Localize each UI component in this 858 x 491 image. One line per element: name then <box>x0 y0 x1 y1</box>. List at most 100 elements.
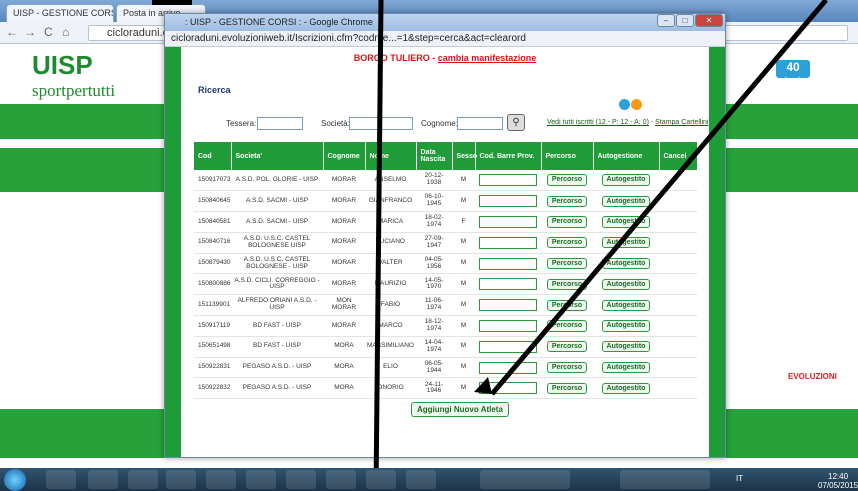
logo-tagline: sportpertutti <box>32 81 116 100</box>
table-row: 150840645 A.S.D. SACMI - UISP MORAR GIANFRA… <box>194 190 697 213</box>
explorer-taskbar-icon[interactable] <box>46 470 76 489</box>
chrome-taskbar-icon[interactable] <box>286 470 316 489</box>
cell-cancel <box>659 232 697 254</box>
barcode-input[interactable] <box>479 299 537 312</box>
forward-icon[interactable]: → <box>24 25 36 39</box>
barcode-input[interactable] <box>479 361 537 374</box>
back-icon[interactable]: ← <box>6 25 18 39</box>
orange-dot-icon <box>631 99 642 110</box>
see-all-link[interactable]: Vedi tutti iscritti (12 - P: 12 - A: 0) <box>547 119 649 126</box>
cognome-input[interactable] <box>457 117 503 130</box>
percorso-button[interactable]: Percorso <box>546 216 588 228</box>
autogestito-button[interactable]: Autogestito <box>601 216 651 228</box>
cell-sesso: M <box>452 170 475 192</box>
barcode-input[interactable] <box>479 215 537 228</box>
app-taskbar-icon[interactable] <box>326 470 356 489</box>
barcode-input[interactable] <box>479 382 537 395</box>
percorso-button[interactable]: Percorso <box>546 382 588 395</box>
maximize-button[interactable]: □ <box>676 14 694 27</box>
cell-barcode <box>475 170 541 192</box>
cell-autogestione: Autogestito <box>593 357 659 379</box>
percorso-button[interactable]: Percorso <box>546 278 588 291</box>
table-header: Cod Societa' Cognome Nome Data Nascita Sesso C… <box>194 142 698 170</box>
societa-input[interactable] <box>349 117 413 130</box>
autogestito-button[interactable]: Autogestito <box>601 278 651 291</box>
autogestito-button[interactable]: Autogestito <box>601 299 651 311</box>
percorso-button[interactable]: Percorso <box>546 361 588 374</box>
cell-nome: ONORIO <box>365 377 416 400</box>
column-header: Autogestione <box>593 142 660 170</box>
outer-tab-uisp[interactable]: UISP - GESTIONE CORSI <box>6 4 114 22</box>
cell-percorso: Percorso <box>541 211 593 233</box>
barcode-input[interactable] <box>479 257 537 270</box>
cell-cod: 150922832 <box>194 377 231 400</box>
cell-cod: 150879430 <box>194 253 231 275</box>
search-button[interactable]: ⚲ <box>507 114 525 131</box>
change-event-link[interactable]: cambia manifestazione <box>438 53 537 63</box>
cell-percorso: Percorso <box>541 253 593 275</box>
section-title: Ricerca <box>198 85 231 95</box>
cell-data: 06-05-1944 <box>416 357 452 379</box>
percorso-button[interactable]: Percorso <box>546 341 588 353</box>
reload-icon[interactable]: C <box>44 25 53 39</box>
running-window-button[interactable] <box>620 470 710 489</box>
word-taskbar-icon[interactable] <box>166 470 196 489</box>
percorso-button[interactable]: Percorso <box>546 320 588 332</box>
language-indicator[interactable]: IT <box>736 474 743 483</box>
minimize-button[interactable]: – <box>657 14 675 27</box>
tessera-input[interactable] <box>257 117 303 130</box>
autogestito-button[interactable]: Autogestito <box>601 341 651 353</box>
autogestito-button[interactable]: Autogestito <box>601 257 651 270</box>
app-taskbar-icon[interactable] <box>366 470 396 489</box>
home-icon[interactable]: ⌂ <box>62 25 69 39</box>
start-button[interactable] <box>4 469 26 491</box>
cell-sesso: F <box>452 211 475 233</box>
autogestito-button[interactable]: Autogestito <box>601 361 651 374</box>
add-athlete-button[interactable]: Aggiungi Nuovo Atleta <box>411 402 509 417</box>
running-window-button[interactable] <box>480 470 570 489</box>
print-cards-link[interactable]: Stampa Cartellini <box>655 119 708 126</box>
barcode-input[interactable] <box>479 236 537 249</box>
barcode-input[interactable] <box>479 278 537 291</box>
cell-nome: GIANFRANCO <box>365 190 416 213</box>
autogestito-button[interactable]: Autogestito <box>601 195 651 207</box>
autogestito-button[interactable]: Autogestito <box>601 237 651 249</box>
evo-text: EVOLUZIONI <box>788 372 837 381</box>
taskbar-clock[interactable]: 12:40 07/05/2015 <box>818 472 858 490</box>
cell-data: 06-10-1945 <box>416 190 452 213</box>
barcode-input[interactable] <box>479 319 537 332</box>
ie-taskbar-icon[interactable] <box>206 470 236 489</box>
percorso-button[interactable]: Percorso <box>546 195 588 207</box>
cell-data: 11-06-1974 <box>416 294 452 317</box>
cognome-label: Cognome: <box>421 119 458 128</box>
popup-url-bar[interactable]: cicloraduni.evoluzioniweb.it/Iscrizioni.… <box>165 31 725 47</box>
excel-taskbar-icon[interactable] <box>246 470 276 489</box>
app-taskbar-icon[interactable] <box>406 470 436 489</box>
percorso-button[interactable]: Percorso <box>546 237 588 249</box>
barcode-input[interactable] <box>479 174 537 187</box>
window-controls: – □ ✕ <box>656 14 723 29</box>
cell-autogestione: Autogestito <box>593 170 659 192</box>
percorso-button[interactable]: Percorso <box>546 257 588 270</box>
table-row: 151139901 ALFREDO ORIANI A.S.D. - UISP MON… <box>194 294 697 317</box>
cell-autogestione: Autogestito <box>593 377 659 400</box>
autogestito-button[interactable]: Autogestito <box>601 382 651 395</box>
table-row: 150651498 BD FAST - UISP MORA MASSIMILIANO 1… <box>194 336 697 358</box>
percorso-button[interactable]: Percorso <box>546 174 588 186</box>
autogestito-button[interactable]: Autogestito <box>601 174 651 186</box>
media-taskbar-icon[interactable] <box>88 470 118 489</box>
cell-percorso: Percorso <box>541 190 593 213</box>
barcode-input[interactable] <box>479 340 537 353</box>
autogestito-button[interactable]: Autogestito <box>601 320 651 332</box>
cell-barcode <box>475 357 541 379</box>
cell-sesso: M <box>452 232 475 254</box>
close-button[interactable]: ✕ <box>695 14 723 27</box>
search-form: Tessera: Società: Cognome: ⚲ Vedi tutti … <box>181 113 709 133</box>
outlook-taskbar-icon[interactable] <box>128 470 158 489</box>
barcode-input[interactable] <box>479 195 537 208</box>
windows-taskbar: IT 12:40 07/05/2015 <box>0 468 858 491</box>
percorso-button[interactable]: Percorso <box>546 299 588 311</box>
cell-autogestione: Autogestito <box>593 315 659 337</box>
cell-barcode <box>475 336 541 358</box>
cell-barcode <box>475 253 541 275</box>
